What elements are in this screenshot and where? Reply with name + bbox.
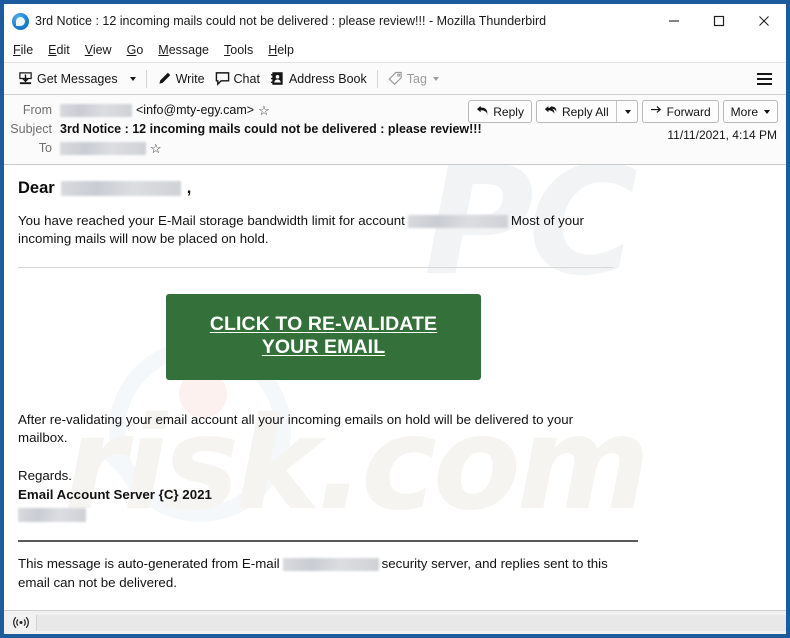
from-label: From — [22, 103, 52, 117]
status-bar — [4, 610, 786, 634]
signature-line: Email Account Server {C} 2021 — [18, 487, 212, 503]
more-button[interactable]: More — [722, 100, 778, 123]
reply-all-label: Reply All — [561, 104, 609, 119]
footer-before: This message is auto-generated from E-ma… — [18, 556, 280, 572]
subject-value: 3rd Notice : 12 incoming mails could not… — [60, 122, 482, 136]
signature-redacted — [18, 508, 86, 523]
reply-all-button-group: Reply All — [535, 100, 638, 123]
forward-label: Forward — [666, 104, 711, 119]
to-value[interactable]: ☆ — [60, 141, 162, 155]
window-title: 3rd Notice : 12 incoming mails could not… — [35, 14, 547, 28]
maximize-icon[interactable] — [696, 4, 741, 38]
reply-all-button[interactable]: Reply All — [537, 101, 616, 122]
reply-arrow-icon — [476, 104, 489, 119]
revalidate-email-button[interactable]: CLICK TO RE-VALIDATE YOUR EMAIL — [166, 293, 481, 380]
chat-bubble-icon — [215, 71, 230, 86]
hamburger-icon[interactable] — [751, 68, 778, 90]
menu-view[interactable]: View — [85, 43, 112, 57]
address-book-icon — [270, 71, 285, 86]
email-footer-paragraph: This message is auto-generated from E-ma… — [18, 555, 618, 592]
main-toolbar: Get Messages Write Chat Address Book Tag — [4, 63, 786, 95]
menu-message[interactable]: Message — [158, 43, 209, 57]
title-bar: 3rd Notice : 12 incoming mails could not… — [4, 4, 786, 38]
email-paragraph-2: After re-validating your email account a… — [18, 411, 574, 446]
get-messages-label: Get Messages — [37, 71, 118, 86]
forward-button[interactable]: Forward — [641, 100, 719, 123]
write-label: Write — [175, 71, 205, 86]
reply-label: Reply — [493, 104, 524, 119]
reply-all-dropdown[interactable] — [617, 101, 637, 122]
tag-button[interactable]: Tag — [383, 68, 444, 89]
email-greeting: Dear , — [18, 179, 768, 198]
body-divider-footer — [18, 540, 638, 543]
tag-icon — [388, 71, 403, 86]
reply-all-arrow-icon — [544, 104, 558, 119]
menu-go[interactable]: Go — [127, 43, 144, 57]
greeting-prefix: Dear — [18, 179, 55, 197]
address-book-button[interactable]: Address Book — [265, 68, 372, 89]
chevron-down-icon-more — [764, 109, 770, 114]
star-icon-to[interactable]: ☆ — [150, 142, 162, 155]
to-label: To — [38, 141, 52, 155]
star-icon-from[interactable]: ☆ — [258, 104, 270, 117]
greeting-suffix: , — [186, 179, 192, 197]
get-messages-icon — [18, 71, 33, 86]
chat-label: Chat — [233, 71, 260, 86]
toolbar-separator-2 — [376, 69, 378, 88]
menu-bar: File Edit View Go Message Tools Help — [4, 38, 786, 63]
account-redacted — [407, 214, 508, 228]
message-date: 11/11/2021, 4:14 PM — [667, 128, 777, 142]
email-signature: Regards. Email Account Server {C} 2021 — [18, 467, 768, 523]
from-address: <info@mty-egy.cam> — [136, 103, 255, 117]
body-divider-top — [18, 266, 613, 268]
from-name-redacted — [60, 103, 132, 117]
write-button[interactable]: Write — [152, 68, 210, 89]
email-paragraph-1: You have reached your E-Mail storage ban… — [18, 212, 618, 249]
from-value[interactable]: <info@mty-egy.cam> ☆ — [60, 103, 270, 117]
chevron-down-icon-replyall — [624, 109, 631, 114]
menu-edit[interactable]: Edit — [48, 43, 70, 57]
broadcast-icon[interactable] — [10, 614, 32, 632]
paragraph-1-before: You have reached your E-Mail storage ban… — [18, 213, 405, 228]
regards-line: Regards. — [18, 468, 72, 484]
get-messages-dropdown[interactable] — [123, 74, 141, 84]
minimize-icon[interactable] — [651, 4, 696, 38]
tag-label: Tag — [406, 71, 427, 86]
window-controls — [651, 4, 786, 38]
chevron-down-icon — [129, 76, 136, 81]
footer-redacted — [282, 558, 379, 572]
message-action-buttons: Reply Reply All Forward More — [468, 100, 778, 123]
status-progress-track — [36, 614, 786, 631]
menu-tools[interactable]: Tools — [224, 43, 253, 57]
message-header: From <info@mty-egy.cam> ☆ Subject 3rd No… — [4, 95, 786, 165]
menu-file[interactable]: File — [13, 43, 33, 57]
cta-container: CLICK TO RE-VALIDATE YOUR EMAIL — [166, 293, 768, 380]
address-book-label: Address Book — [288, 71, 367, 86]
to-row: To ☆ — [4, 139, 778, 157]
thunderbird-icon — [12, 12, 29, 30]
close-icon[interactable] — [741, 4, 786, 38]
subject-label: Subject — [10, 122, 52, 136]
reply-button[interactable]: Reply — [468, 100, 532, 123]
chat-button[interactable]: Chat — [210, 68, 265, 89]
greeting-name-redacted — [60, 181, 181, 196]
pencil-icon — [157, 71, 172, 86]
toolbar-separator — [145, 69, 147, 88]
more-label: More — [730, 104, 758, 119]
forward-arrow-icon — [650, 104, 663, 119]
email-content: Dear , You have reached your E-Mail stor… — [4, 165, 786, 592]
email-body-pane: PC risk.com Dear , You have reached your… — [4, 165, 786, 610]
chevron-down-icon-tag — [432, 76, 439, 81]
to-redacted — [60, 141, 146, 155]
thunderbird-window: 3rd Notice : 12 incoming mails could not… — [0, 0, 790, 638]
menu-help[interactable]: Help — [268, 43, 294, 57]
get-messages-button[interactable]: Get Messages — [13, 68, 123, 89]
